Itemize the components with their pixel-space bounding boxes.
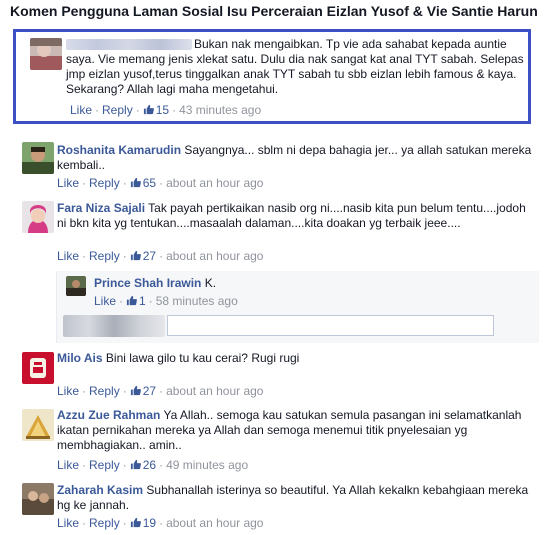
reply-link[interactable]: Reply <box>89 249 120 263</box>
comment-actions: Like · Reply · 27 · about an hour ago <box>57 384 264 398</box>
comment-actions: Like · Reply · 15 · 43 minutes ago <box>70 103 262 117</box>
like-link[interactable]: Like <box>57 249 79 263</box>
comment-author[interactable]: Fara Niza Sajali <box>57 201 145 215</box>
reply-link[interactable]: Reply <box>89 384 120 398</box>
comment-text: Milo Ais Bini lawa gilo tu kau cerai? Ru… <box>57 351 300 365</box>
timestamp[interactable]: about an hour ago <box>166 516 263 530</box>
comment-actions: Like · Reply · 26 · 49 minutes ago <box>57 458 249 472</box>
like-count[interactable]: 65 <box>130 176 156 190</box>
like-link[interactable]: Like <box>57 384 79 398</box>
like-link[interactable]: Like <box>57 176 79 190</box>
thumbs-up-icon <box>143 104 154 115</box>
reply-thread: Prince Shah Irawin K. Like · 1 · 58 minutes … <box>56 271 539 343</box>
avatar[interactable] <box>30 38 62 70</box>
comment-author[interactable]: Zaharah Kasim <box>57 483 143 497</box>
thumbs-up-icon <box>130 459 141 470</box>
reply-author[interactable]: Prince Shah Irawin <box>94 276 201 290</box>
reply-text: Prince Shah Irawin K. <box>94 276 217 290</box>
comment-text: Bukan nak mengaibkan. Tp vie ada sahabat… <box>66 37 524 96</box>
timestamp[interactable]: about an hour ago <box>166 249 263 263</box>
like-link[interactable]: Like <box>70 103 92 117</box>
comment-item: Milo Ais Bini lawa gilo tu kau cerai? Ru… <box>22 350 542 402</box>
comment-author[interactable]: Roshanita Kamarudin <box>57 143 181 157</box>
like-link[interactable]: Like <box>57 516 79 530</box>
reply-link[interactable]: Reply <box>89 176 120 190</box>
like-link[interactable]: Like <box>57 458 79 472</box>
comment-item: Roshanita Kamarudin Sayangnya... sblm ni… <box>22 140 542 192</box>
timestamp[interactable]: about an hour ago <box>166 384 263 398</box>
like-link[interactable]: Like <box>94 294 116 308</box>
timestamp[interactable]: 43 minutes ago <box>179 103 261 117</box>
comment-text: Azzu Zue Rahman Ya Allah.. semoga kau sa… <box>57 408 522 452</box>
like-count[interactable]: 27 <box>130 384 156 398</box>
reply-actions: Like · 1 · 58 minutes ago <box>94 294 238 308</box>
comment-actions: Like · Reply · 27 · about an hour ago <box>57 249 264 263</box>
avatar[interactable] <box>22 409 54 441</box>
timestamp[interactable]: 58 minutes ago <box>156 294 238 308</box>
thumbs-up-icon <box>130 177 141 188</box>
like-count[interactable]: 26 <box>130 458 156 472</box>
reply-link[interactable]: Reply <box>102 103 133 117</box>
reply-input[interactable] <box>167 315 494 336</box>
avatar[interactable] <box>22 142 54 174</box>
like-count[interactable]: 15 <box>143 103 169 117</box>
avatar[interactable] <box>66 276 86 296</box>
thumbs-up-icon <box>126 295 137 306</box>
comment-author[interactable]: Azzu Zue Rahman <box>57 408 160 422</box>
thumbs-up-icon <box>130 250 141 261</box>
comment-item: Zaharah Kasim Subhanallah isterinya so b… <box>22 481 542 533</box>
blurred-user-avatar <box>63 315 165 337</box>
comment-text: Fara Niza Sajali Tak payah pertikaikan n… <box>57 201 526 230</box>
like-count[interactable]: 1 <box>126 294 146 308</box>
avatar[interactable] <box>22 352 54 384</box>
page-title: Komen Pengguna Laman Sosial Isu Percerai… <box>10 3 538 19</box>
reply-link[interactable]: Reply <box>89 516 120 530</box>
comment-text: Roshanita Kamarudin Sayangnya... sblm ni… <box>57 143 532 172</box>
reply-link[interactable]: Reply <box>89 458 120 472</box>
comment-author[interactable]: Milo Ais <box>57 351 103 365</box>
comment-item: Fara Niza Sajali Tak payah pertikaikan n… <box>22 198 542 264</box>
thumbs-up-icon <box>130 385 141 396</box>
thumbs-up-icon <box>130 517 141 528</box>
avatar[interactable] <box>22 483 54 515</box>
timestamp[interactable]: about an hour ago <box>166 176 263 190</box>
avatar[interactable] <box>22 201 54 233</box>
comment-actions: Like · Reply · 65 · about an hour ago <box>57 176 264 190</box>
comment-item: Bukan nak mengaibkan. Tp vie ada sahabat… <box>30 36 530 120</box>
comment-item: Azzu Zue Rahman Ya Allah.. semoga kau sa… <box>22 407 542 473</box>
comment-text: Zaharah Kasim Subhanallah isterinya so b… <box>57 483 529 512</box>
timestamp[interactable]: 49 minutes ago <box>166 458 248 472</box>
like-count[interactable]: 19 <box>130 516 156 530</box>
like-count[interactable]: 27 <box>130 249 156 263</box>
comment-actions: Like · Reply · 19 · about an hour ago <box>57 516 264 530</box>
